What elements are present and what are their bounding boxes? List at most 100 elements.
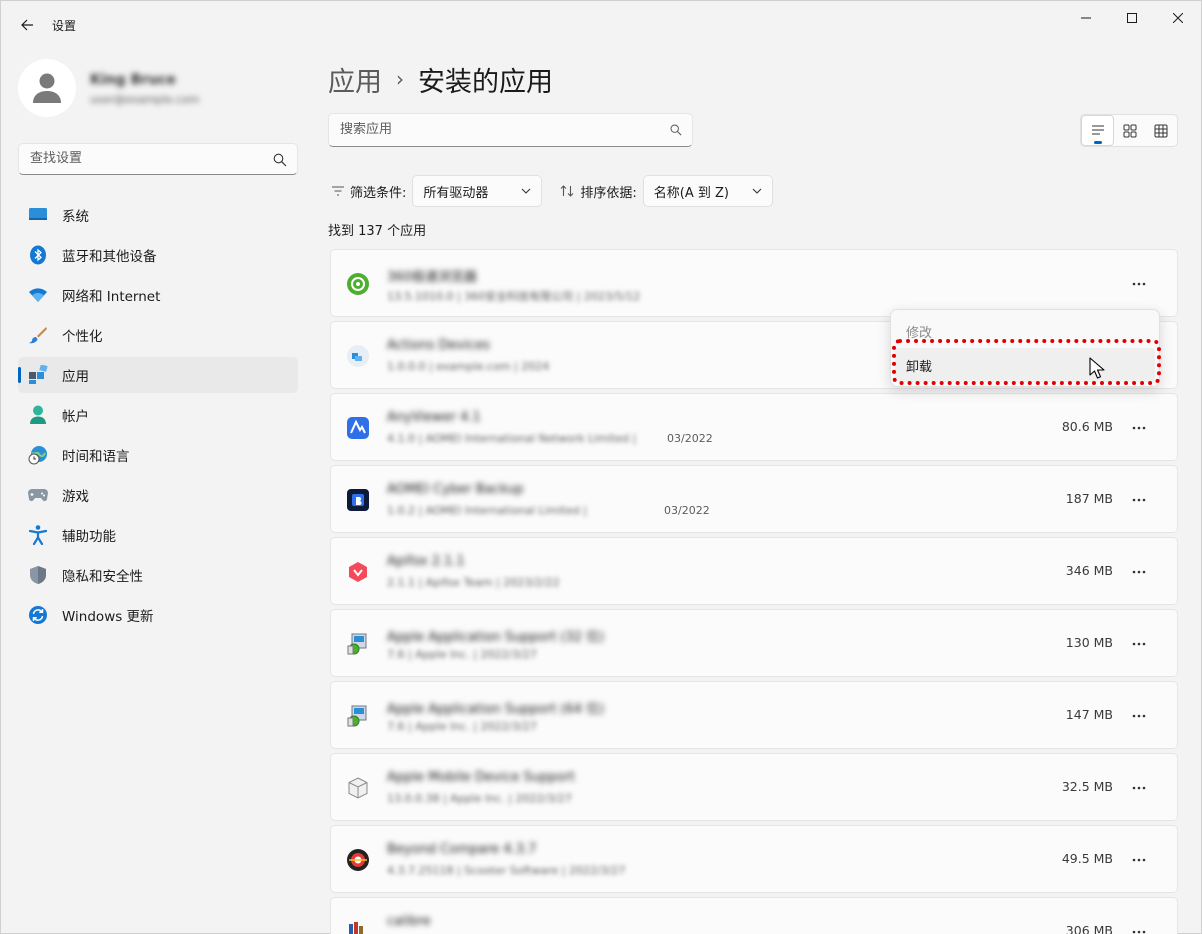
more-horizontal-icon xyxy=(1132,786,1146,790)
chevron-down-icon xyxy=(752,188,762,194)
sort-dropdown[interactable]: 名称(A 到 Z) xyxy=(642,175,773,207)
sidebar-nav: 系统 蓝牙和其他设备 网络和 Internet 个性化 应用 帐户 时间和语言 … xyxy=(18,197,298,637)
sidebar-item-label: 系统 xyxy=(62,209,89,225)
user-profile[interactable]: King Bruce user@example.com xyxy=(18,59,298,119)
settings-window: 设置 King Bruce user@example.com 查找设置 系统 蓝… xyxy=(0,0,1202,934)
more-options-button[interactable] xyxy=(1125,270,1153,298)
list-view-icon xyxy=(1091,124,1104,135)
app-details: 4.3.7.25118 | Scooter Software | 2022/3/… xyxy=(387,864,626,877)
books-icon xyxy=(345,919,371,934)
list-item[interactable]: Beyond Compare 4.3.7 4.3.7.25118 | Scoot… xyxy=(330,825,1178,893)
list-item[interactable]: Apple Application Support (64 位) 7.6 | A… xyxy=(330,681,1178,749)
sidebar-item-apps[interactable]: 应用 xyxy=(18,357,298,393)
more-options-button[interactable] xyxy=(1125,774,1153,802)
more-horizontal-icon xyxy=(1132,426,1146,430)
list-item[interactable]: Apifox 2.1.1 2.1.1 | Apifox Team | 2023/… xyxy=(330,537,1178,605)
sidebar-item-personalization[interactable]: 个性化 xyxy=(18,317,298,353)
app-details: 2.1.1 | Apifox Team | 2023/2/22 xyxy=(387,576,560,589)
person-silhouette-icon xyxy=(33,73,61,103)
app-title: 设置 xyxy=(52,19,77,33)
app-search-input[interactable] xyxy=(340,122,660,137)
search-icon[interactable] xyxy=(670,124,682,136)
sidebar-item-privacy[interactable]: 隐私和安全性 xyxy=(18,557,298,593)
more-horizontal-icon xyxy=(1132,642,1146,646)
back-button[interactable] xyxy=(15,13,39,37)
monitor-icon xyxy=(27,204,49,226)
list-item[interactable]: AnyViewer 4.1 4.1.0 | AOMEI Internationa… xyxy=(330,393,1178,461)
sidebar-item-time-language[interactable]: 时间和语言 xyxy=(18,437,298,473)
more-options-button[interactable] xyxy=(1125,630,1153,658)
more-options-button[interactable] xyxy=(1125,702,1153,730)
grid-view-icon xyxy=(1123,124,1137,137)
breadcrumb: 应用 › 安装的应用 xyxy=(328,59,553,99)
filter-dropdown[interactable]: 所有驱动器 xyxy=(412,175,543,207)
list-item[interactable]: Apple Application Support (32 位) 7.6 | A… xyxy=(330,609,1178,677)
page-title: 安装的应用 xyxy=(418,66,553,98)
sidebar-item-system[interactable]: 系统 xyxy=(18,197,298,233)
breadcrumb-parent[interactable]: 应用 xyxy=(328,60,382,99)
filter-icon xyxy=(332,186,344,196)
avatar xyxy=(18,59,76,117)
box-icon xyxy=(345,775,371,801)
green-app-icon xyxy=(345,271,371,297)
app-size: 130 MB xyxy=(1065,635,1113,650)
app-details: 1.0.2 | AOMEI International Limited | xyxy=(387,504,587,517)
chevron-down-icon xyxy=(522,188,531,194)
more-options-button[interactable] xyxy=(1125,558,1153,586)
app-name: Apple Application Support (32 位) xyxy=(387,630,605,645)
filter-label: 筛选条件: xyxy=(350,185,407,201)
sidebar-item-windows-update[interactable]: Windows 更新 xyxy=(18,597,298,633)
minimize-button[interactable] xyxy=(1063,1,1109,35)
app-name: 360极速浏览器 xyxy=(387,270,477,285)
shield-icon xyxy=(27,564,49,586)
maximize-button[interactable] xyxy=(1109,1,1155,35)
app-size: 346 MB xyxy=(1065,563,1113,578)
table-view-button[interactable] xyxy=(1146,115,1177,146)
app-install-date: 03/2022 xyxy=(667,432,713,445)
installer-icon xyxy=(345,631,371,657)
more-horizontal-icon xyxy=(1132,282,1146,286)
sidebar-item-label: 网络和 Internet xyxy=(62,289,161,305)
app-details: 7.6 | Apple Inc. | 2022/3/27 xyxy=(387,648,537,661)
app-name: Apifox 2.1.1 xyxy=(387,554,465,569)
profile-name: King Bruce xyxy=(90,72,176,88)
maximize-icon xyxy=(1127,13,1137,23)
app-details: 13.0.0.38 | Apple Inc. | 2022/3/27 xyxy=(387,792,572,805)
person-icon xyxy=(27,404,49,426)
list-item[interactable]: 360极速浏览器 13.5.1010.0 | 360安全科技有限公司 | 202… xyxy=(330,249,1178,317)
sidebar-item-label: 游戏 xyxy=(62,489,89,505)
sidebar-item-label: 辅助功能 xyxy=(62,529,116,545)
sidebar-item-gaming[interactable]: 游戏 xyxy=(18,477,298,513)
list-item[interactable]: Apple Mobile Device Support 13.0.0.38 | … xyxy=(330,753,1178,821)
tile-view-button[interactable] xyxy=(1114,115,1145,146)
settings-search-input[interactable] xyxy=(30,151,260,166)
more-horizontal-icon xyxy=(1132,858,1146,862)
apifox-icon xyxy=(345,559,371,585)
minimize-icon xyxy=(1081,17,1091,19)
profile-email: user@example.com xyxy=(90,93,200,106)
sidebar-item-bluetooth[interactable]: 蓝牙和其他设备 xyxy=(18,237,298,273)
sidebar-item-accounts[interactable]: 帐户 xyxy=(18,397,298,433)
sidebar-item-network[interactable]: 网络和 Internet xyxy=(18,277,298,313)
more-horizontal-icon xyxy=(1132,714,1146,718)
more-options-button[interactable] xyxy=(1125,918,1153,934)
list-item[interactable]: calibre 306 MB xyxy=(330,897,1178,934)
uninstall-menu-item[interactable]: 卸载 xyxy=(895,348,1155,382)
more-options-button[interactable] xyxy=(1125,414,1153,442)
more-options-button[interactable] xyxy=(1125,846,1153,874)
close-button[interactable] xyxy=(1155,1,1201,35)
app-size: 80.6 MB xyxy=(1061,419,1113,434)
app-name: Beyond Compare 4.3.7 xyxy=(387,842,537,857)
table-view-icon xyxy=(1154,124,1168,137)
list-item[interactable]: AOMEI Cyber Backup 1.0.2 | AOMEI Interna… xyxy=(330,465,1178,533)
sort-icon xyxy=(561,185,574,197)
app-name: AnyViewer 4.1 xyxy=(387,410,481,425)
arrow-left-icon xyxy=(21,19,33,31)
sidebar-item-label: 个性化 xyxy=(62,329,103,345)
sidebar-item-label: 隐私和安全性 xyxy=(62,569,143,585)
sidebar-item-accessibility[interactable]: 辅助功能 xyxy=(18,517,298,553)
more-options-button[interactable] xyxy=(1125,486,1153,514)
filter-sort-bar: 筛选条件: 所有驱动器 排序依据: 名称(A 到 Z) xyxy=(332,175,773,207)
search-icon[interactable] xyxy=(273,153,287,167)
list-view-button[interactable] xyxy=(1081,115,1115,146)
